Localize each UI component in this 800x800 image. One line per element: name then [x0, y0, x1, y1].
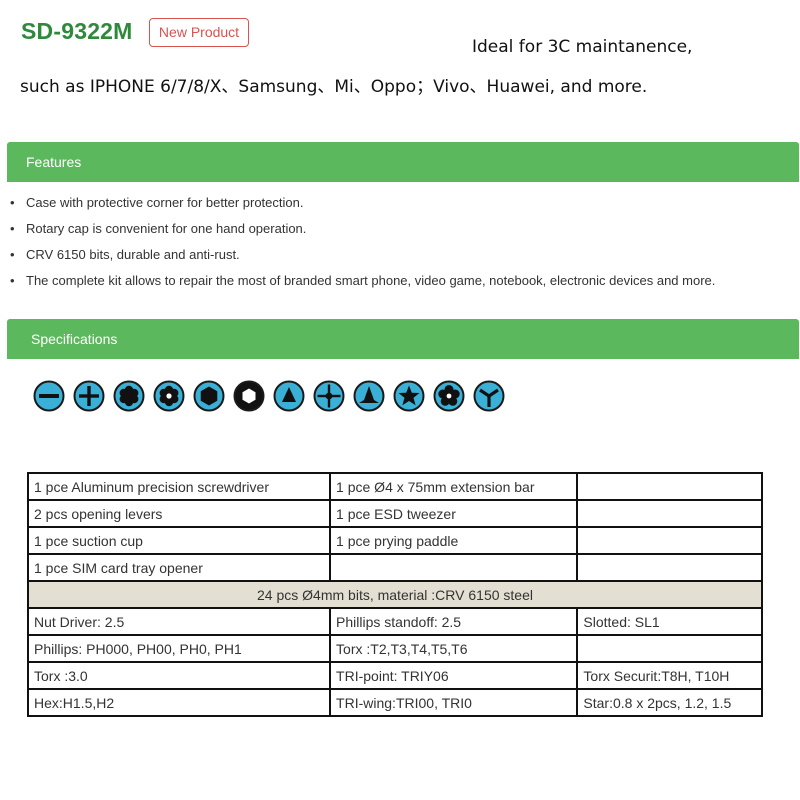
table-row: 1 pce SIM card tray opener — [26, 553, 763, 582]
feature-item: The complete kit allows to repair the mo… — [10, 271, 715, 297]
tri-point-icon — [273, 380, 305, 412]
slotted-icon — [33, 380, 65, 412]
table-cell: Star:0.8 x 2pcs, 1.2, 1.5 — [576, 688, 763, 717]
torx-icon — [113, 380, 145, 412]
tri-point-alt-icon — [353, 380, 385, 412]
intro-line-2: such as IPHONE 6/7/8/X、Samsung、Mi、Oppo；V… — [20, 77, 648, 97]
table-cell: Nut Driver: 2.5 — [26, 607, 332, 636]
table-row: Hex:H1.5,H2 TRI-wing:TRI00, TRI0 Star:0.… — [26, 688, 763, 717]
table-cell: 1 pce ESD tweezer — [329, 499, 579, 528]
table-cell: 1 pce Aluminum precision screwdriver — [26, 472, 332, 501]
specifications-table: 1 pce Aluminum precision screwdriver 1 p… — [26, 472, 763, 717]
table-cell — [576, 634, 763, 663]
table-cell: 1 pce SIM card tray opener — [26, 553, 332, 582]
table-cell: Phillips: PH000, PH00, PH0, PH1 — [26, 634, 332, 663]
table-cell: 1 pce Ø4 x 75mm extension bar — [329, 472, 579, 501]
table-cell: Phillips standoff: 2.5 — [329, 607, 579, 636]
security-torx-icon — [153, 380, 185, 412]
table-cell — [576, 499, 763, 528]
phillips-standoff-icon — [313, 380, 345, 412]
table-row: 2 pcs opening levers 1 pce ESD tweezer — [26, 499, 763, 528]
table-cell: Torx :3.0 — [26, 661, 332, 690]
table-cell — [576, 526, 763, 555]
feature-item: Rotary cap is convenient for one hand op… — [10, 219, 715, 245]
feature-item: Case with protective corner for better p… — [10, 193, 715, 219]
table-cell: Slotted: SL1 — [576, 607, 763, 636]
table-cell: Torx Securit:T8H, T10H — [576, 661, 763, 690]
pentalobe-icon — [433, 380, 465, 412]
table-row: 1 pce Aluminum precision screwdriver 1 p… — [26, 472, 763, 501]
new-product-badge: New Product — [149, 18, 249, 47]
feature-item: CRV 6150 bits, durable and anti-rust. — [10, 245, 715, 271]
product-model: SD-9322M — [21, 18, 133, 44]
table-cell: Torx :T2,T3,T4,T5,T6 — [329, 634, 579, 663]
table-cell: TRI-wing:TRI00, TRI0 — [329, 688, 579, 717]
bits-band-cell: 24 pcs Ø4mm bits, material :CRV 6150 ste… — [27, 580, 763, 609]
nut-driver-icon — [233, 380, 265, 412]
table-cell: 1 pce prying paddle — [329, 526, 579, 555]
table-cell — [576, 553, 763, 582]
table-row: Nut Driver: 2.5 Phillips standoff: 2.5 S… — [26, 607, 763, 636]
features-header: Features — [7, 142, 799, 182]
table-cell — [576, 472, 763, 501]
bits-band-row: 24 pcs Ø4mm bits, material :CRV 6150 ste… — [27, 580, 763, 609]
specifications-header: Specifications — [7, 319, 799, 359]
table-row: 1 pce suction cup 1 pce prying paddle — [26, 526, 763, 555]
table-cell: 2 pcs opening levers — [26, 499, 332, 528]
features-list: Case with protective corner for better p… — [10, 193, 715, 297]
intro-line-1: Ideal for 3C maintanence, — [472, 37, 693, 57]
table-row: Torx :3.0 TRI-point: TRIY06 Torx Securit… — [26, 661, 763, 690]
table-cell: TRI-point: TRIY06 — [329, 661, 579, 690]
hex-icon — [193, 380, 225, 412]
table-row: Phillips: PH000, PH00, PH0, PH1 Torx :T2… — [26, 634, 763, 663]
table-cell: Hex:H1.5,H2 — [26, 688, 332, 717]
tri-wing-icon — [473, 380, 505, 412]
table-cell — [329, 553, 579, 582]
table-cell: 1 pce suction cup — [26, 526, 332, 555]
phillips-icon — [73, 380, 105, 412]
star-icon — [393, 380, 425, 412]
